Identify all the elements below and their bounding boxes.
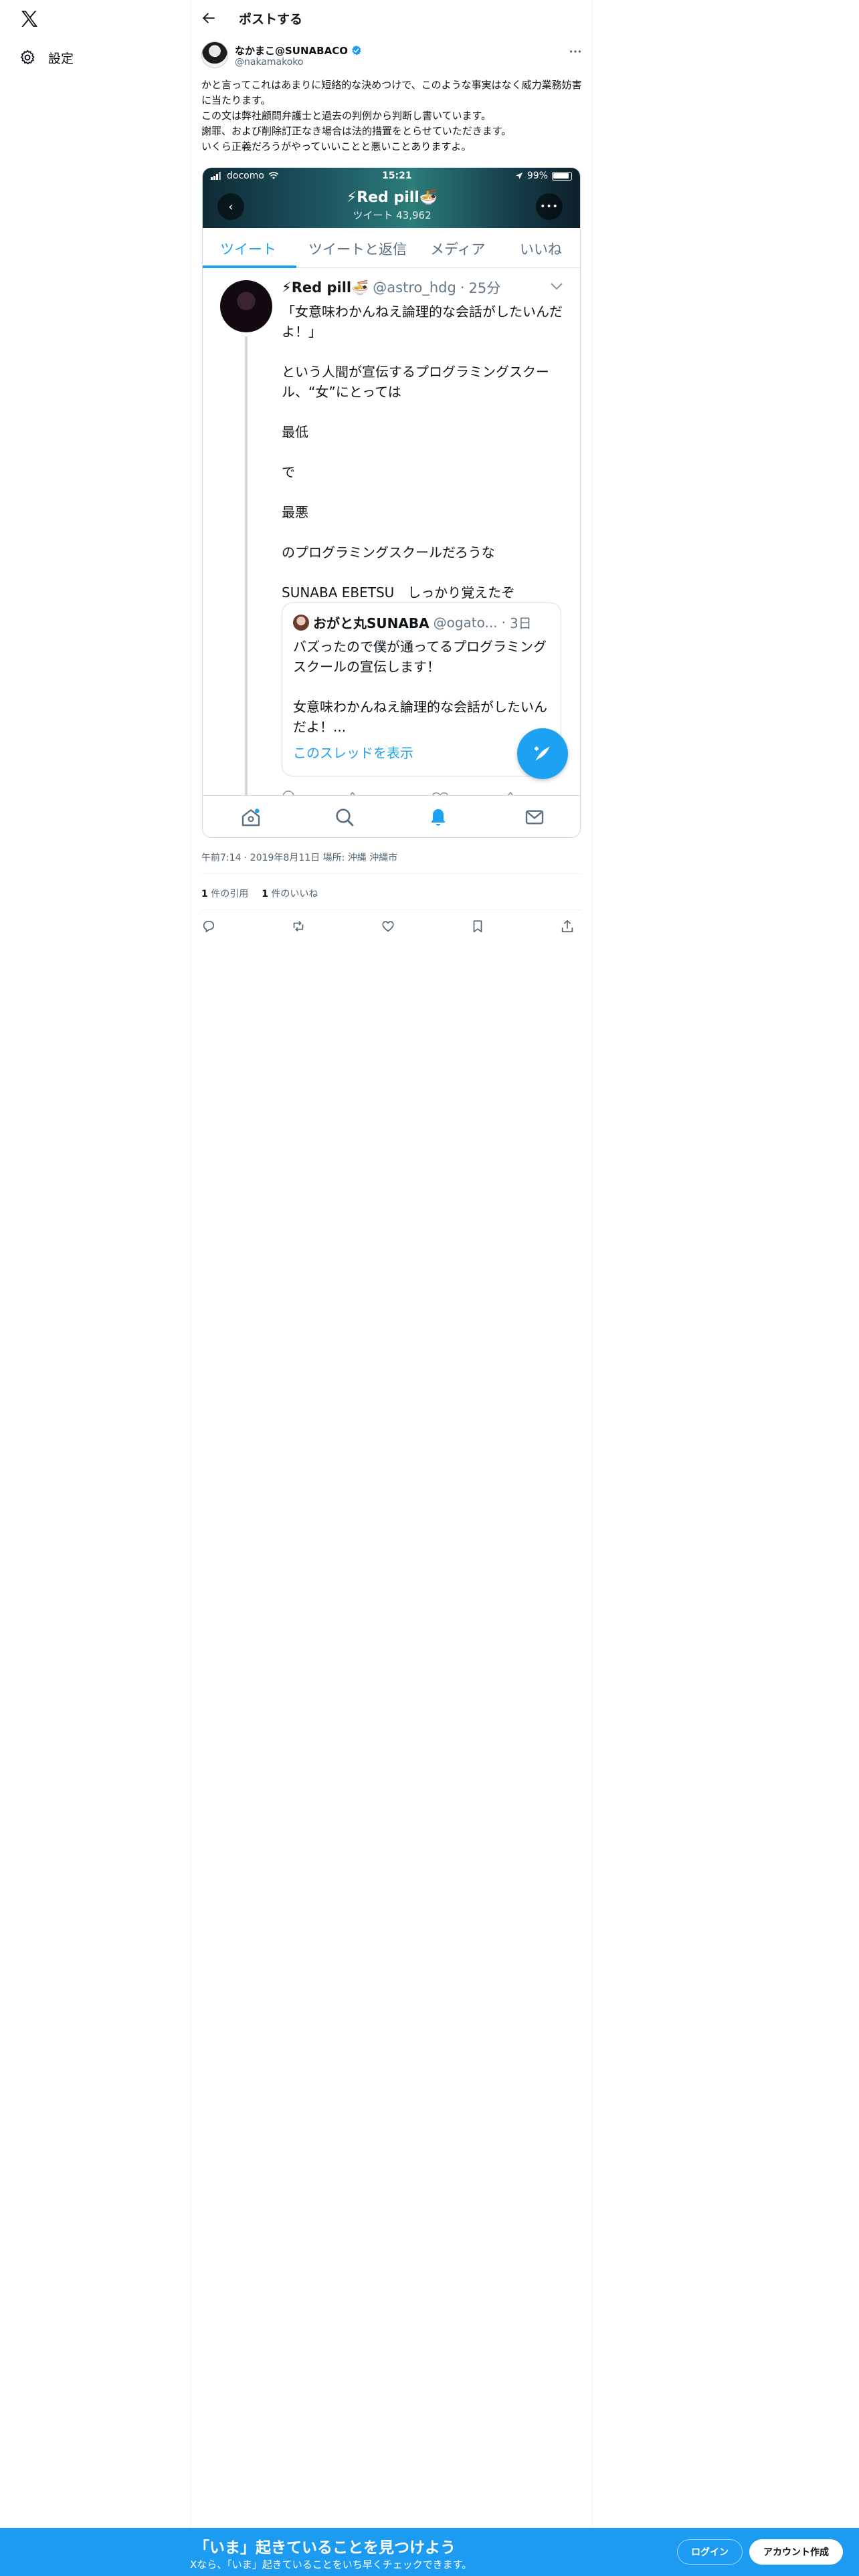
messages-icon (525, 810, 544, 825)
tweet-separator: · (460, 280, 465, 296)
profile-title: ⚡Red pill🍜 (346, 189, 438, 206)
tab-tweets: ツイート (220, 241, 276, 257)
phone-time: 15:21 (382, 171, 412, 181)
post-author[interactable]: なかまこ@SUNABACO @nakamakoko (201, 41, 583, 71)
likes-stat[interactable]: 1 件のいいね (262, 887, 318, 900)
post-actions (201, 916, 581, 936)
signal-icon (211, 172, 223, 180)
bookmark-icon[interactable] (470, 919, 485, 934)
gear-icon (21, 49, 35, 65)
author-name-row: なかまこ@SUNABACO (235, 43, 362, 58)
tweet-body: 「女意味わかんねえ論理的な会話がしたいんだよ！」 という人間が宣伝するプログラミ… (282, 304, 563, 601)
reply-icon[interactable] (201, 919, 216, 934)
sidebar-item-settings[interactable]: 設定 (19, 47, 74, 68)
repost-icon[interactable] (291, 919, 306, 934)
banner-title: 「いま」起きていることを見つけよう (194, 2539, 456, 2557)
tweet-time: 25分 (468, 280, 501, 296)
page-header: ポストする (191, 0, 592, 36)
avatar[interactable] (201, 41, 228, 68)
wifi-icon (268, 172, 279, 179)
carrier-label: docomo (227, 171, 264, 181)
battery-icon (552, 171, 572, 181)
likes-count: 1 (262, 889, 268, 899)
post-image[interactable]: docomo 15:21 99% ‹ ⚡Red pill🍜 ツイート 43,96… (202, 167, 581, 838)
search-icon (336, 809, 354, 827)
active-tab-indicator (203, 265, 296, 268)
app-bottom-nav (203, 795, 580, 837)
like-icon[interactable] (381, 919, 395, 934)
banner-subtitle: Xなら、「いま」起きていることをいち早くチェックできます。 (190, 2559, 472, 2571)
tweet-author-name: ⚡Red pill🍜 (282, 279, 369, 296)
left-nav: 設定 (0, 0, 190, 2576)
back-arrow-icon[interactable] (200, 9, 217, 27)
quote-header: おがと丸SUNABA @ogato... · 3日 (293, 613, 532, 632)
signup-banner: 「いま」起きていることを見つけよう Xなら、「いま」起きていることをいち早くチェ… (0, 2528, 859, 2576)
divider (201, 909, 581, 910)
battery-percent: 99% (527, 171, 548, 181)
home-icon (242, 809, 260, 827)
show-thread-link: このスレッドを表示 (293, 745, 413, 761)
quote-time: 3日 (509, 615, 532, 631)
thread-line (245, 336, 248, 818)
quotes-count: 1 (201, 889, 208, 899)
profile-tweet-count: ツイート 43,962 (353, 209, 432, 221)
quotes-stat[interactable]: 1 件の引用 (201, 887, 248, 900)
quote-separator: · (501, 614, 506, 631)
author-handle[interactable]: @nakamakoko (235, 57, 303, 68)
more-circle-icon: ••• (536, 193, 563, 220)
share-icon[interactable] (560, 919, 575, 934)
post-timestamp-location[interactable]: 午前7:14 · 2019年8月11日 場所: 沖縄 沖縄市 (201, 851, 397, 864)
divider (201, 873, 581, 874)
tab-media: メディア (430, 241, 486, 257)
x-logo-icon[interactable] (19, 8, 40, 29)
profile-tabs: ツイート ツイートと返信 メディア いいね (203, 228, 580, 268)
quote-body: バズったので僕が通ってるプログラミングスクールの宣伝します！ 女意味わかんねえ論… (293, 639, 547, 735)
author-display-name[interactable]: なかまこ@SUNABACO (235, 43, 348, 58)
likes-label: 件のいいね (271, 889, 318, 899)
chevron-down-icon (551, 283, 563, 290)
profile-header-banner: docomo 15:21 99% ‹ ⚡Red pill🍜 ツイート 43,96… (203, 168, 580, 228)
tab-likes: いいね (520, 241, 562, 257)
tweet-header: ⚡Red pill🍜 @astro_hdg · 25分 (282, 278, 500, 298)
post-text: かと言ってこれはあまりに短絡的な決めつけで、このような事実はなく威力業務妨害に当… (201, 79, 582, 152)
quote-author-handle: @ogato... (433, 614, 498, 631)
tab-tweets-replies: ツイートと返信 (308, 241, 407, 257)
avatar (220, 280, 272, 332)
post-stats: 1 件の引用 1 件のいいね (201, 887, 318, 900)
login-button[interactable]: ログイン (677, 2539, 743, 2565)
create-account-button[interactable]: アカウント作成 (749, 2539, 843, 2565)
avatar (293, 614, 309, 631)
quote-author-name: おがと丸SUNABA (313, 615, 430, 631)
verified-badge-icon (352, 45, 361, 56)
more-icon[interactable] (568, 44, 583, 59)
quotes-label: 件の引用 (211, 889, 249, 899)
phone-status-bar: docomo 15:21 99% (208, 169, 575, 184)
sidebar-item-label: 設定 (48, 51, 74, 66)
tweet-author-handle: @astro_hdg (373, 280, 456, 296)
location-icon (515, 173, 522, 179)
compose-fab-icon (517, 728, 568, 779)
main-column: ポストする なかまこ@SUNABACO @nakamakoko かと言ってこれは… (190, 0, 593, 2576)
page-title: ポストする (239, 12, 303, 27)
notifications-bell-icon (431, 809, 446, 826)
